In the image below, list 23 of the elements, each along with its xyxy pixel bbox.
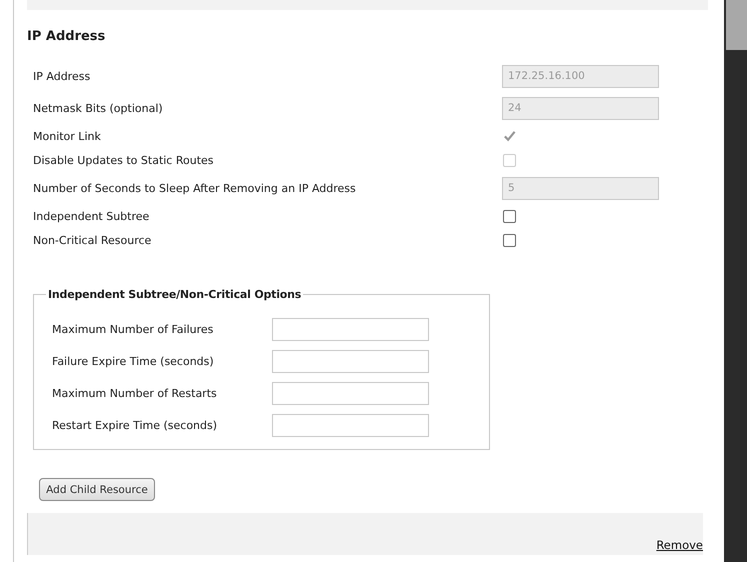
- field-label: IP Address: [33, 70, 92, 82]
- add-child-resource-button[interactable]: Add Child Resource: [39, 478, 155, 501]
- input-field[interactable]: [272, 350, 429, 372]
- remove-link[interactable]: Remove: [656, 538, 703, 552]
- scrollbar-thumb[interactable]: [726, 0, 747, 50]
- field-label: Disable Updates to Static Routes: [33, 154, 215, 166]
- field-label: Independent Subtree: [33, 210, 150, 222]
- scrollbar[interactable]: [724, 0, 747, 562]
- field-label: Maximum Number of Restarts: [52, 386, 218, 400]
- input-field[interactable]: [272, 382, 429, 404]
- field-label: Failure Expire Time (seconds): [52, 354, 215, 368]
- section-title: IP Address: [27, 28, 106, 46]
- field-label: Non-Critical Resource: [33, 234, 152, 246]
- field-label: Maximum Number of Failures: [52, 322, 214, 336]
- checkbox[interactable]: [503, 234, 516, 246]
- field-label: Netmask Bits (optional): [33, 102, 164, 114]
- field-label: Number of Seconds to Sleep After Removing an IP Address: [33, 182, 357, 194]
- input-field[interactable]: [272, 318, 429, 340]
- input-field[interactable]: [272, 414, 429, 436]
- checkbox[interactable]: [503, 210, 516, 222]
- group-legend: Independent Subtree/Non-Critical Options: [46, 288, 304, 301]
- field-label: Restart Expire Time (seconds): [52, 418, 218, 432]
- field-label: Monitor Link: [33, 130, 102, 142]
